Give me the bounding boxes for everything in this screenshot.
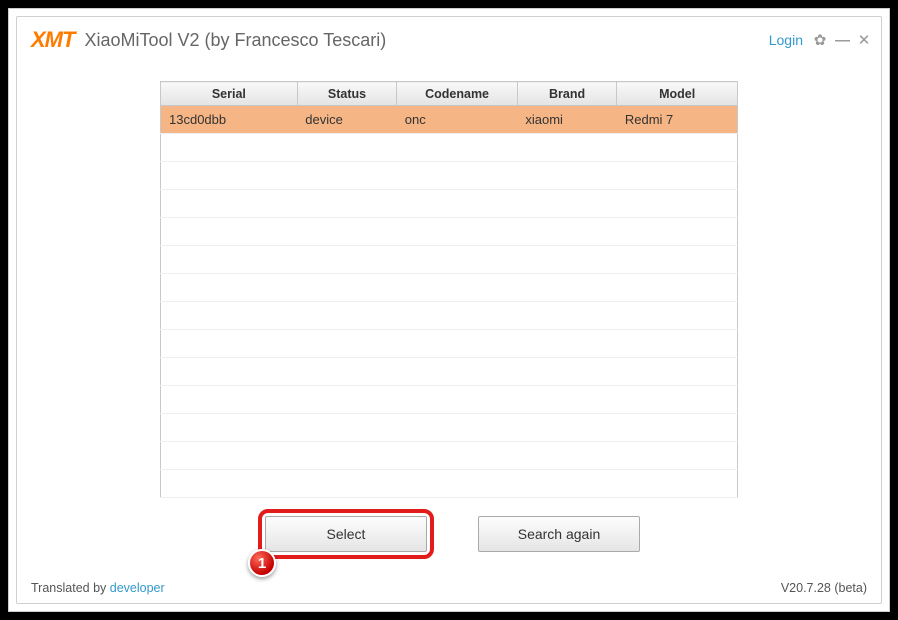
table-row[interactable]	[161, 162, 738, 190]
table-row[interactable]	[161, 218, 738, 246]
select-button[interactable]: Select	[265, 516, 427, 552]
table-row[interactable]	[161, 386, 738, 414]
table-row[interactable]	[161, 330, 738, 358]
col-status: Status	[297, 82, 397, 106]
table-row[interactable]: 13cd0dbbdeviceoncxiaomiRedmi 7	[161, 106, 738, 134]
translated-by: Translated by developer	[31, 581, 165, 595]
cell-codename: onc	[397, 106, 518, 134]
cell-brand: xiaomi	[517, 106, 617, 134]
table-header-row: Serial Status Codename Brand Model	[161, 82, 738, 106]
col-serial: Serial	[161, 82, 298, 106]
search-again-button[interactable]: Search again	[478, 516, 640, 552]
titlebar: XMT XiaoMiTool V2 (by Francesco Tescari)…	[17, 17, 881, 63]
table-row[interactable]	[161, 442, 738, 470]
table-row[interactable]	[161, 246, 738, 274]
version-label: V20.7.28 (beta)	[781, 581, 867, 595]
col-codename: Codename	[397, 82, 518, 106]
cell-status: device	[297, 106, 397, 134]
cell-serial: 13cd0dbb	[161, 106, 298, 134]
app-logo: XMT	[31, 27, 74, 53]
table-row[interactable]	[161, 134, 738, 162]
close-icon[interactable]: ✕	[857, 33, 871, 48]
table-row[interactable]	[161, 302, 738, 330]
settings-icon[interactable]: ✿	[813, 33, 827, 48]
col-model: Model	[617, 82, 738, 106]
col-brand: Brand	[517, 82, 617, 106]
developer-link[interactable]: developer	[110, 581, 165, 595]
table-row[interactable]	[161, 414, 738, 442]
table-row[interactable]	[161, 190, 738, 218]
cell-model: Redmi 7	[617, 106, 738, 134]
app-title: XiaoMiTool V2 (by Francesco Tescari)	[84, 30, 386, 51]
select-highlight: Select 1	[258, 509, 434, 559]
minimize-icon[interactable]: —	[835, 33, 849, 48]
device-table: Serial Status Codename Brand Model 13cd0…	[160, 81, 738, 498]
table-row[interactable]	[161, 274, 738, 302]
login-link[interactable]: Login	[769, 32, 803, 48]
table-row[interactable]	[161, 358, 738, 386]
callout-badge: 1	[248, 549, 276, 577]
table-row[interactable]	[161, 470, 738, 498]
